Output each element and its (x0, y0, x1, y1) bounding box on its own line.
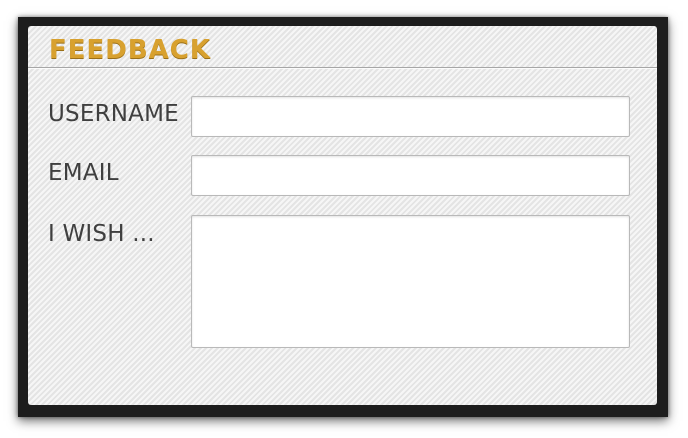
email-input[interactable] (191, 155, 630, 196)
email-label: EMAIL (48, 160, 119, 186)
title-divider (28, 67, 657, 68)
username-input[interactable] (191, 96, 630, 137)
username-label: USERNAME (48, 101, 179, 127)
wish-label: I WISH ... (48, 221, 155, 247)
form-title: FEEDBACK (49, 35, 212, 65)
wish-textarea[interactable] (191, 215, 630, 348)
feedback-panel: FEEDBACK USERNAME EMAIL I WISH ... (28, 26, 657, 405)
